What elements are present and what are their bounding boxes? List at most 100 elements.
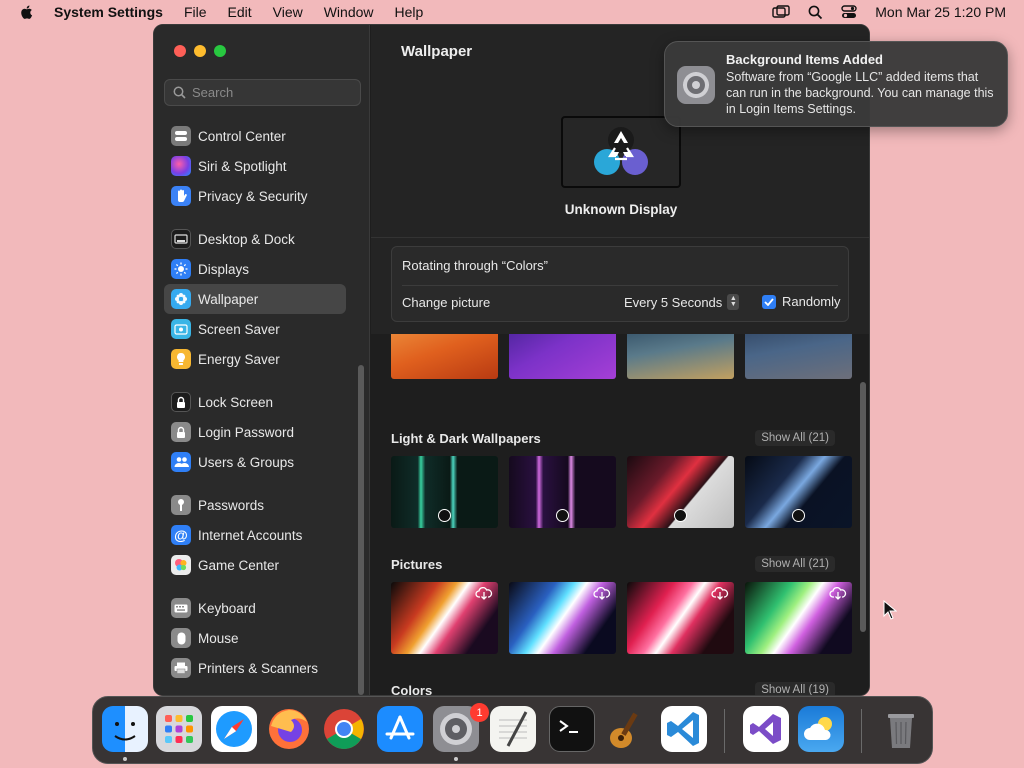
keyboard-icon: [171, 598, 191, 618]
close-button[interactable]: [174, 45, 186, 57]
wallpaper-thumbnail[interactable]: [627, 456, 734, 528]
search-field[interactable]: [164, 79, 361, 106]
sidebar-scrollbar[interactable]: [358, 365, 364, 695]
sidebar-item-label: Keyboard: [198, 600, 256, 616]
sidebar-item-wallpaper[interactable]: Wallpaper: [164, 284, 346, 314]
sidebar-item-passwords[interactable]: Passwords: [164, 490, 346, 520]
sidebar-item-label: Siri & Spotlight: [198, 158, 287, 174]
menu-help[interactable]: Help: [395, 4, 424, 20]
menu-window[interactable]: Window: [324, 4, 374, 20]
mouse-cursor-icon: [883, 600, 897, 620]
display-preview[interactable]: [561, 116, 681, 188]
sidebar-item-displays[interactable]: Displays: [164, 254, 346, 284]
search-icon: [173, 86, 186, 99]
sidebar-item-privacy-security[interactable]: Privacy & Security: [164, 181, 346, 211]
show-all-button[interactable]: Show All (19): [755, 682, 835, 695]
sidebar-item-label: Desktop & Dock: [198, 231, 295, 247]
siri-icon: [171, 156, 191, 176]
sidebar-item-label: Lock Screen: [198, 394, 274, 410]
safari-icon[interactable]: [211, 706, 257, 752]
interval-popup[interactable]: Every 5 Seconds ▲ ▼: [624, 294, 740, 310]
sidebar-item-siri-spotlight[interactable]: Siri & Spotlight: [164, 151, 346, 181]
key-icon: [171, 495, 191, 515]
cloud-download-icon[interactable]: [593, 586, 611, 600]
sidebar-item-desktop-dock[interactable]: Desktop & Dock: [164, 224, 346, 254]
sidebar-item-login-password[interactable]: Login Password: [164, 417, 346, 447]
garageband-icon[interactable]: [603, 706, 649, 752]
rotating-wallpaper-icon: [594, 127, 648, 175]
wallpaper-thumbnail[interactable]: [627, 334, 734, 379]
apple-icon[interactable]: [18, 3, 36, 21]
visual-studio-icon[interactable]: [743, 706, 789, 752]
checkmark-icon: [762, 294, 776, 309]
trash-icon[interactable]: [878, 706, 924, 752]
sidebar-item-mouse[interactable]: Mouse: [164, 623, 346, 653]
minimize-button[interactable]: [194, 45, 206, 57]
sidebar-item-label: Mouse: [198, 630, 239, 646]
terminal-icon[interactable]: [549, 706, 595, 752]
wallpaper-thumbnail[interactable]: [391, 456, 498, 528]
control-center-icon: [171, 126, 191, 146]
gallery-scrollbar[interactable]: [860, 382, 866, 632]
menu-file[interactable]: File: [184, 4, 207, 20]
show-all-button[interactable]: Show All (21): [755, 556, 835, 572]
sidebar-item-label: Control Center: [198, 128, 286, 144]
control-center-menu-icon[interactable]: [841, 5, 857, 19]
background-items-notification[interactable]: Background Items Added Software from “Go…: [664, 41, 1008, 127]
cloud-download-icon[interactable]: [829, 586, 847, 600]
screen-saver-icon: [171, 319, 191, 339]
mouse-icon: [171, 628, 191, 648]
menu-edit[interactable]: Edit: [228, 4, 252, 20]
sidebar-item-printers-scanners[interactable]: Printers & Scanners: [164, 653, 346, 683]
menu-clock[interactable]: Mon Mar 25 1:20 PM: [875, 4, 1006, 20]
wallpaper-thumbnail[interactable]: [509, 334, 616, 379]
sidebar-item-internet-accounts[interactable]: @ Internet Accounts: [164, 520, 346, 550]
rotation-title: Rotating through “Colors”: [402, 258, 548, 273]
textedit-icon[interactable]: [490, 706, 536, 752]
wallpaper-thumbnail[interactable]: [745, 582, 852, 654]
spotlight-search-icon[interactable]: [808, 5, 823, 20]
page-title: Wallpaper: [401, 43, 473, 60]
running-indicator: [123, 757, 127, 761]
search-input[interactable]: [192, 85, 352, 100]
cloud-download-icon[interactable]: [475, 586, 493, 600]
sidebar-item-label: Users & Groups: [198, 454, 295, 470]
sidebar-item-lock-screen[interactable]: Lock Screen: [164, 387, 346, 417]
sidebar-item-users-groups[interactable]: Users & Groups: [164, 447, 346, 477]
menu-app-name[interactable]: System Settings: [54, 4, 163, 20]
screen-mirroring-icon[interactable]: [772, 5, 790, 19]
launchpad-icon[interactable]: [156, 706, 202, 752]
wallpaper-thumbnail[interactable]: [745, 334, 852, 379]
vscode-icon[interactable]: [661, 706, 707, 752]
running-indicator: [454, 757, 458, 761]
wallpaper-thumbnail[interactable]: [391, 582, 498, 654]
wallpaper-thumbnail[interactable]: [391, 334, 498, 379]
sidebar-item-game-center[interactable]: Game Center: [164, 550, 346, 580]
wallpaper-thumbnail[interactable]: [745, 456, 852, 528]
notification-title: Background Items Added: [726, 52, 883, 67]
randomly-checkbox[interactable]: Randomly: [762, 294, 841, 309]
padlock-icon: [171, 422, 191, 442]
cloud-download-icon[interactable]: [711, 586, 729, 600]
wallpaper-thumbnail[interactable]: [627, 582, 734, 654]
wallpaper-thumbnail[interactable]: [509, 582, 616, 654]
wallpaper-thumbnail[interactable]: [509, 456, 616, 528]
sidebar-item-screen-saver[interactable]: Screen Saver: [164, 314, 346, 344]
wallpaper-gallery: Light & Dark Wallpapers Show All (21) Pi…: [371, 334, 869, 695]
menu-view[interactable]: View: [273, 4, 303, 20]
sidebar-item-label: Privacy & Security: [198, 188, 308, 204]
sidebar-item-control-center[interactable]: Control Center: [164, 121, 346, 151]
weather-icon[interactable]: [798, 706, 844, 752]
sidebar-item-energy-saver[interactable]: Energy Saver: [164, 344, 346, 374]
sidebar-item-label: Displays: [198, 261, 250, 277]
chrome-icon[interactable]: [321, 706, 367, 752]
finder-icon[interactable]: [102, 706, 148, 752]
show-all-button[interactable]: Show All (21): [755, 430, 835, 446]
notification-body: Software from “Google LLC” added items t…: [726, 70, 994, 116]
app-store-icon[interactable]: [377, 706, 423, 752]
zoom-button[interactable]: [214, 45, 226, 57]
firefox-icon[interactable]: [266, 706, 312, 752]
light-dark-icon: [792, 509, 805, 522]
printer-icon: [171, 658, 191, 678]
sidebar-item-keyboard[interactable]: Keyboard: [164, 593, 346, 623]
